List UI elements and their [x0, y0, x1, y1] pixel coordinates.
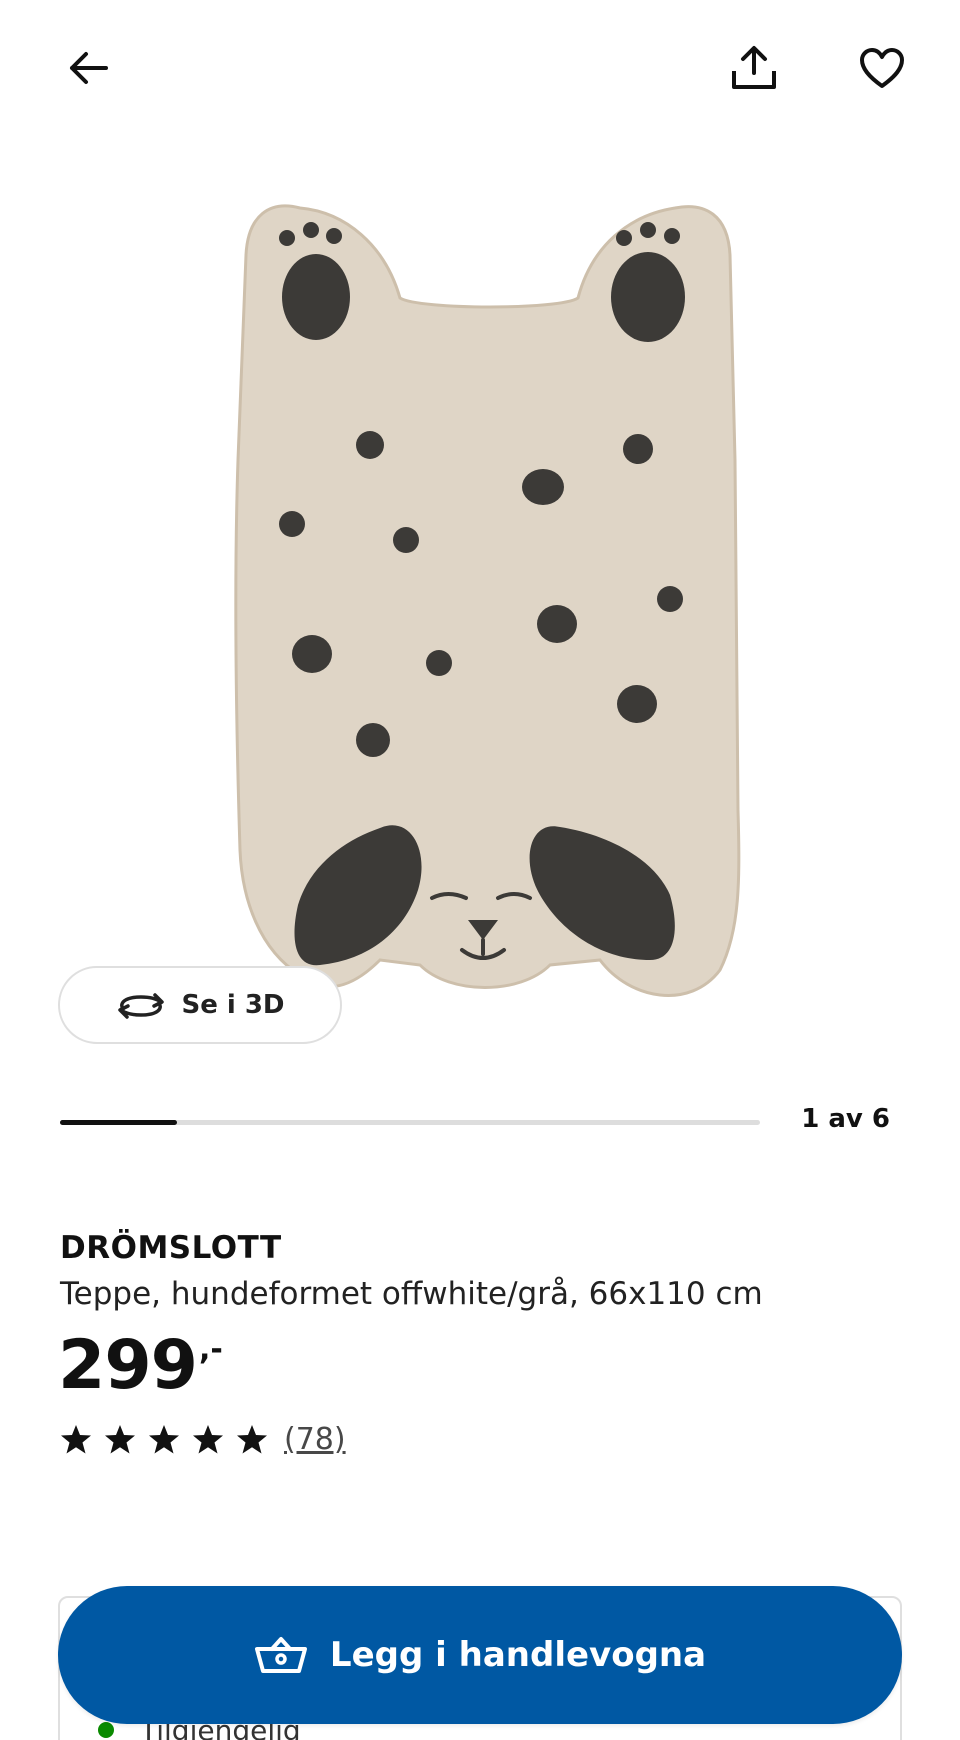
- gallery-progress-fill: [60, 1120, 177, 1125]
- star-icon: [105, 1425, 135, 1454]
- back-button[interactable]: [56, 36, 120, 100]
- price-suffix: ,-: [198, 1332, 223, 1367]
- rating-stars: [60, 1424, 268, 1455]
- star-icon: [237, 1425, 267, 1454]
- dog-rug-illustration: [234, 204, 741, 997]
- view-3d-label: Se i 3D: [181, 990, 285, 1020]
- top-bar: [0, 0, 960, 140]
- star-icon: [193, 1425, 223, 1454]
- share-upload-icon: [732, 46, 776, 89]
- gallery-counter: 1 av 6: [801, 1104, 890, 1134]
- star-icon: [149, 1425, 179, 1454]
- rotate-3d-icon: [118, 993, 165, 1019]
- arrow-left-icon: [70, 52, 108, 84]
- basket-icon: [254, 1637, 307, 1673]
- product-rating[interactable]: (78): [60, 1422, 346, 1457]
- review-count-link[interactable]: (78): [284, 1422, 346, 1457]
- favourite-button[interactable]: [850, 36, 914, 100]
- product-price: 299 ,-: [58, 1326, 223, 1406]
- view-3d-button[interactable]: Se i 3D: [58, 966, 342, 1044]
- add-to-cart-label: Legg i handlevogna: [329, 1635, 707, 1675]
- product-brand: DRÖMSLOTT: [60, 1230, 282, 1266]
- product-description: Teppe, hundeformet offwhite/grå, 66x110 …: [60, 1276, 763, 1312]
- share-button[interactable]: [722, 36, 786, 100]
- star-icon: [61, 1425, 91, 1454]
- gallery-progress-bar: [60, 1120, 760, 1125]
- availability-status-dot: [98, 1722, 114, 1738]
- product-image[interactable]: [0, 160, 960, 1060]
- heart-outline-icon: [860, 48, 904, 88]
- price-amount: 299: [58, 1326, 198, 1405]
- add-to-cart-button[interactable]: Legg i handlevogna: [58, 1586, 902, 1724]
